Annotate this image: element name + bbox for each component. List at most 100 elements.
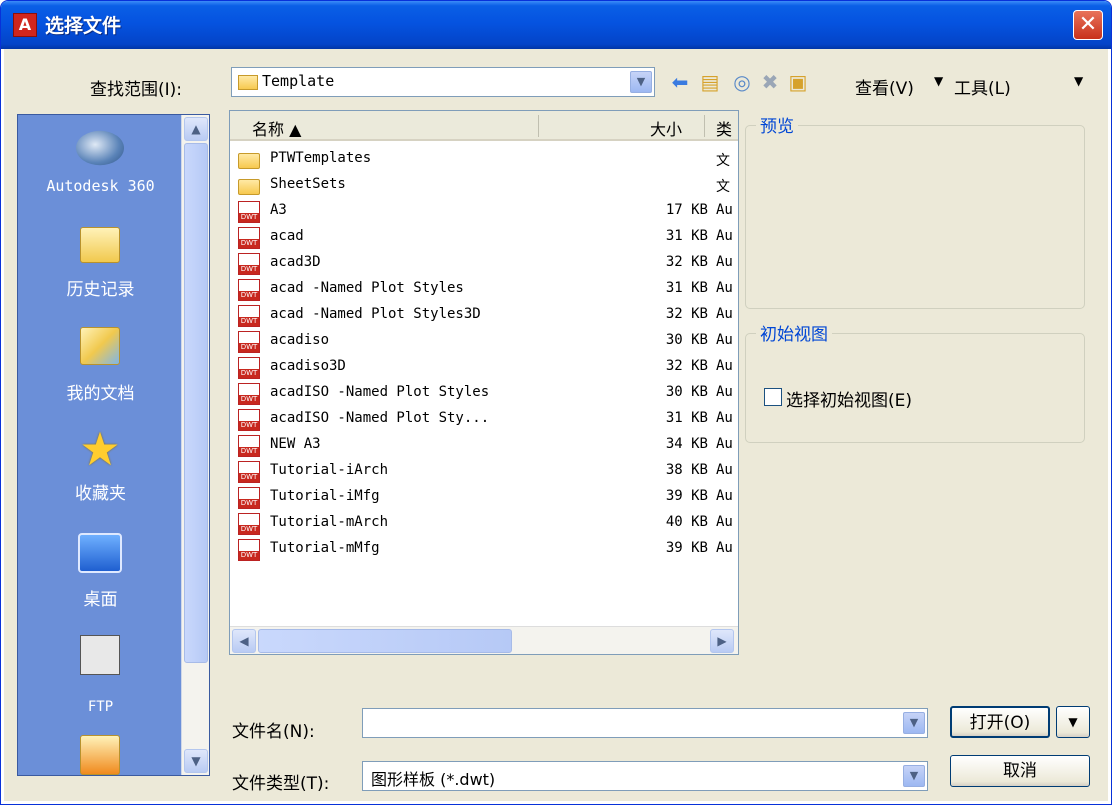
file-type: 文 (716, 153, 730, 169)
filetype-dropdown-arrow[interactable]: ▼ (903, 765, 925, 787)
file-size: 34 KB (665, 436, 708, 452)
preview-group: 预览 (745, 112, 1085, 309)
open-button[interactable]: 打开(O) (950, 706, 1050, 738)
file-type: Au (716, 514, 733, 530)
file-type: Au (716, 280, 733, 296)
file-list[interactable]: 名称 ▲ 大小 类 PTWTemplates 文 SheetSets 文 A3 17 KB… (229, 110, 739, 655)
column-name[interactable]: 名称 ▲ (252, 116, 301, 140)
file-name: Tutorial-mArch (270, 514, 389, 530)
file-size: 17 KB (665, 202, 708, 218)
file-size: 30 KB (665, 384, 708, 400)
file-type: Au (716, 254, 733, 270)
filetype-label: 文件类型(T): (232, 774, 330, 794)
file-type: Au (716, 384, 733, 400)
file-name: Tutorial-iMfg (270, 488, 380, 504)
initial-view-group: 初始视图 选择初始视图(E) (745, 320, 1085, 443)
file-row[interactable]: A3 17 KB Au (230, 199, 738, 225)
file-name: Tutorial-iArch (270, 462, 389, 478)
file-size: 32 KB (665, 306, 708, 322)
file-row[interactable]: acad 31 KB Au (230, 225, 738, 251)
file-name: NEW A3 (270, 436, 321, 452)
folder-icon (80, 735, 120, 775)
views-menu[interactable]: 查看(V) (855, 74, 914, 99)
open-options-dropdown[interactable]: ▼ (1056, 706, 1090, 738)
lookin-label: 查找范围(I): (90, 80, 183, 100)
delete-icon[interactable]: ✖ (757, 69, 783, 95)
file-row[interactable]: Tutorial-mArch 40 KB Au (230, 511, 738, 537)
dwt-file-icon (238, 409, 260, 431)
column-divider[interactable] (538, 115, 539, 137)
scroll-up-button[interactable]: ▲ (184, 117, 208, 141)
file-row[interactable]: acad3D 32 KB Au (230, 251, 738, 277)
close-button[interactable]: ✕ (1073, 10, 1103, 40)
file-size: 38 KB (665, 462, 708, 478)
preview-title: 预览 (756, 112, 798, 137)
places-sidebar: Autodesk 360 历史记录 我的文档 ★ 收藏夹 桌面 FTP ▲ ▼ (17, 114, 210, 776)
lookin-dropdown-arrow[interactable]: ▼ (630, 71, 652, 93)
scroll-down-button[interactable]: ▼ (184, 749, 208, 773)
search-web-icon[interactable]: ◎ (729, 69, 755, 95)
file-list-hscrollbar[interactable]: ◀ ▶ (230, 626, 738, 654)
lookin-combo[interactable]: Template ▼ (231, 67, 655, 97)
file-row[interactable]: SheetSets 文 (230, 173, 738, 199)
cancel-button[interactable]: 取消 (950, 755, 1090, 787)
filename-combo[interactable]: ▼ (362, 708, 928, 738)
autocad-app-icon: A (13, 13, 37, 37)
back-arrow-icon[interactable]: ⬅ (667, 69, 693, 95)
tools-menu[interactable]: 工具(L) (954, 74, 1011, 99)
favorites-star-icon: ★ (79, 422, 121, 476)
file-type: Au (716, 540, 733, 556)
new-folder-icon[interactable]: ▣ (785, 69, 811, 95)
column-size[interactable]: 大小 (650, 116, 682, 140)
dwt-file-icon (238, 539, 260, 561)
file-type: Au (716, 228, 733, 244)
scroll-right-button[interactable]: ▶ (710, 629, 734, 653)
filename-dropdown-arrow[interactable]: ▼ (903, 712, 925, 734)
file-type: Au (716, 306, 733, 322)
file-row[interactable]: acadiso 30 KB Au (230, 329, 738, 355)
column-type[interactable]: 类 (716, 116, 732, 140)
views-dropdown-icon[interactable]: ▼ (934, 74, 943, 88)
file-name: acadiso3D (270, 358, 346, 374)
file-size: 32 KB (665, 358, 708, 374)
file-row[interactable]: Tutorial-mMfg 39 KB Au (230, 537, 738, 563)
dwt-file-icon (238, 279, 260, 301)
file-type: Au (716, 488, 733, 504)
tools-dropdown-icon[interactable]: ▼ (1074, 74, 1083, 88)
file-size: 31 KB (665, 228, 708, 244)
dwt-file-icon (238, 487, 260, 509)
file-row[interactable]: acadISO -Named Plot Styles 30 KB Au (230, 381, 738, 407)
desktop-icon (78, 533, 122, 573)
hscroll-thumb[interactable] (258, 629, 512, 653)
file-type: Au (716, 410, 733, 426)
initial-view-label[interactable]: 选择初始视图(E) (786, 386, 912, 411)
column-divider[interactable] (704, 115, 705, 137)
file-row[interactable]: NEW A3 34 KB Au (230, 433, 738, 459)
file-size: 31 KB (665, 280, 708, 296)
file-row[interactable]: acad -Named Plot Styles3D 32 KB Au (230, 303, 738, 329)
filetype-select[interactable]: 图形样板 (*.dwt) ▼ (362, 761, 928, 791)
title-bar[interactable]: A 选择文件 ✕ (1, 1, 1111, 49)
file-row[interactable]: Tutorial-iMfg 39 KB Au (230, 485, 738, 511)
file-type: Au (716, 332, 733, 348)
file-type: 文 (716, 179, 730, 195)
scroll-left-button[interactable]: ◀ (232, 629, 256, 653)
ftp-icon (80, 635, 120, 675)
dwt-file-icon (238, 461, 260, 483)
file-row[interactable]: acadiso3D 32 KB Au (230, 355, 738, 381)
file-row[interactable]: acadISO -Named Plot Sty... 31 KB Au (230, 407, 738, 433)
file-row[interactable]: Tutorial-iArch 38 KB Au (230, 459, 738, 485)
dwt-file-icon (238, 513, 260, 535)
places-scrollbar[interactable]: ▲ ▼ (181, 115, 209, 775)
scroll-thumb[interactable] (184, 143, 208, 663)
filetype-value: 图形样板 (*.dwt) (371, 770, 496, 789)
file-name: acad -Named Plot Styles3D (270, 306, 481, 322)
file-row[interactable]: acad -Named Plot Styles 31 KB Au (230, 277, 738, 303)
initial-view-checkbox[interactable] (764, 388, 782, 406)
file-name: SheetSets (270, 176, 346, 192)
folder-icon (238, 179, 260, 195)
my-documents-icon (80, 327, 120, 365)
file-row[interactable]: PTWTemplates 文 (230, 147, 738, 173)
up-folder-icon[interactable]: ▤ (697, 69, 723, 95)
folder-icon (238, 153, 260, 169)
